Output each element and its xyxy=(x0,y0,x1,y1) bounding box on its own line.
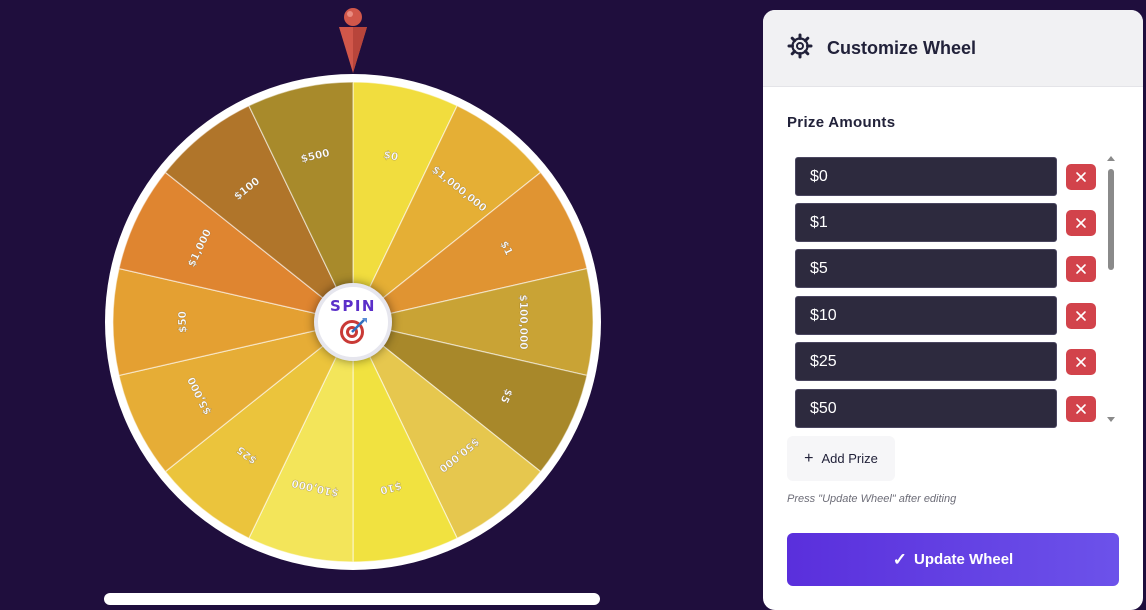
prize-input[interactable] xyxy=(795,342,1057,381)
close-icon xyxy=(1076,404,1086,414)
customize-panel: Customize Wheel Prize Amounts $0 $1 $5 $… xyxy=(763,10,1143,610)
plus-icon: + xyxy=(804,449,814,467)
prize-row xyxy=(795,342,1105,381)
prize-row xyxy=(795,203,1105,242)
close-icon xyxy=(1076,357,1086,367)
check-icon: ✓ xyxy=(892,549,908,569)
remove-prize-button[interactable] xyxy=(1066,210,1096,236)
spin-label: SPIN xyxy=(330,296,376,315)
prize-input[interactable] xyxy=(795,203,1057,242)
prize-row xyxy=(795,249,1105,288)
panel-header: Customize Wheel xyxy=(763,10,1143,87)
wheel-base xyxy=(104,593,600,605)
add-prize-label: Add Prize xyxy=(821,451,878,466)
prize-row xyxy=(795,389,1105,428)
wheel-segment-label: $100,000 xyxy=(517,294,529,349)
add-prize-button[interactable]: + Add Prize xyxy=(787,436,895,481)
remove-prize-button[interactable] xyxy=(1066,349,1096,375)
gear-icon xyxy=(787,33,813,64)
prize-list-scrollbar[interactable] xyxy=(1105,153,1117,425)
target-icon xyxy=(338,317,368,350)
hint-text: Press "Update Wheel" after editing xyxy=(787,493,957,505)
update-wheel-label: Update Wheel xyxy=(914,551,1014,568)
section-title: Prize Amounts xyxy=(787,114,896,131)
update-wheel-button[interactable]: ✓ Update Wheel xyxy=(787,533,1119,586)
scroll-down-icon[interactable] xyxy=(1107,417,1115,422)
close-icon xyxy=(1076,264,1086,274)
close-icon xyxy=(1076,311,1086,321)
scroll-up-icon[interactable] xyxy=(1107,156,1115,161)
spin-button[interactable]: SPIN xyxy=(314,283,392,361)
prize-input[interactable] xyxy=(795,249,1057,288)
prize-input[interactable] xyxy=(795,157,1057,196)
scroll-thumb[interactable] xyxy=(1108,169,1114,270)
prize-row xyxy=(795,296,1105,335)
remove-prize-button[interactable] xyxy=(1066,303,1096,329)
prize-row xyxy=(795,157,1105,196)
wheel-segment-label: $50 xyxy=(177,311,189,333)
pointer-icon xyxy=(339,8,367,73)
remove-prize-button[interactable] xyxy=(1066,256,1096,282)
prize-input[interactable] xyxy=(795,389,1057,428)
wheel-area: $0 $1,000,000 $1 $100,000 $5 $50,000 $10 $10,00… xyxy=(0,0,760,605)
close-icon xyxy=(1076,218,1086,228)
close-icon xyxy=(1076,172,1086,182)
remove-prize-button[interactable] xyxy=(1066,396,1096,422)
prize-input[interactable] xyxy=(795,296,1057,335)
remove-prize-button[interactable] xyxy=(1066,164,1096,190)
panel-title: Customize Wheel xyxy=(827,37,977,58)
